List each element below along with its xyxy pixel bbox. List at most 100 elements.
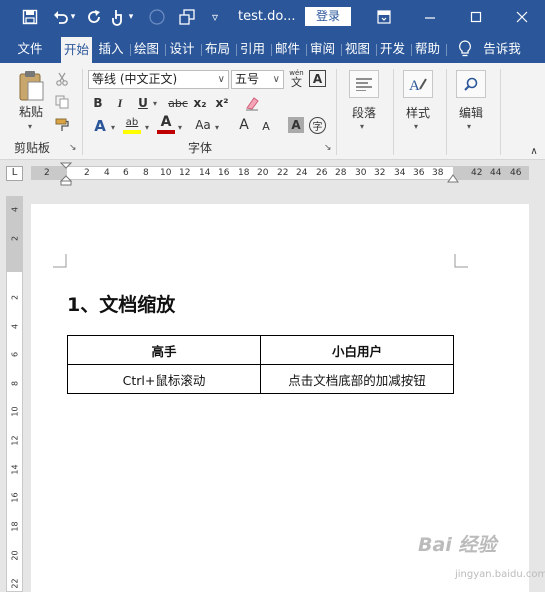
font-launcher-icon[interactable]: ↘ — [324, 143, 332, 153]
paragraph-dropdown-icon[interactable]: ▾ — [360, 122, 364, 131]
first-line-indent-marker[interactable] — [59, 162, 73, 189]
styles-icon[interactable]: A — [403, 70, 433, 98]
chevron-down-icon[interactable]: ∨ — [218, 71, 225, 88]
tell-me-search[interactable]: 告诉我 — [478, 35, 526, 63]
font-name-value: 等线 (中文正文) — [92, 72, 178, 86]
highlight-button[interactable]: ab — [123, 115, 141, 129]
touch-dropdown-icon[interactable]: ▾ — [126, 7, 136, 27]
phonetic-letter: 文 — [291, 76, 302, 89]
table-cell[interactable]: 点击文档底部的加减按钮 — [260, 364, 454, 394]
collapse-ribbon-icon[interactable]: ∧ — [528, 145, 540, 157]
italic-button[interactable]: I — [113, 95, 127, 111]
editing-dropdown-icon[interactable]: ▾ — [467, 122, 471, 131]
shrink-font-button[interactable]: A — [259, 119, 273, 134]
circle-icon[interactable] — [147, 7, 167, 27]
login-button[interactable]: 登录 — [305, 7, 351, 26]
redo-icon[interactable] — [84, 7, 104, 27]
bold-button[interactable]: B — [91, 95, 105, 111]
superscript-button[interactable]: x² — [213, 95, 231, 111]
vertical-ruler[interactable]: 4 2 2 4 6 8 10 12 14 16 18 20 22 — [6, 196, 23, 592]
ruler-number: 14 — [199, 168, 211, 178]
font-color-dropdown-icon[interactable]: ▾ — [178, 123, 182, 132]
font-size-combo[interactable]: 五号 ∨ — [231, 70, 284, 89]
copy-icon[interactable] — [54, 94, 70, 110]
tab-design[interactable]: 设计 — [166, 35, 198, 63]
styles-label[interactable]: 样式 — [400, 104, 436, 120]
editing-icon[interactable] — [456, 70, 486, 98]
tab-references[interactable]: 引用 — [237, 35, 268, 63]
tab-mailings[interactable]: 邮件 — [272, 35, 303, 63]
vertical-ruler-number: 22 — [10, 578, 20, 589]
vertical-ruler-number: 14 — [10, 464, 20, 475]
lightbulb-icon[interactable] — [455, 39, 475, 59]
tab-review[interactable]: 审阅 — [307, 35, 338, 63]
vertical-scrollbar[interactable] — [529, 160, 545, 592]
underline-dropdown-icon[interactable]: ▾ — [153, 99, 157, 108]
clipboard-launcher-icon[interactable]: ↘ — [69, 143, 77, 153]
document-title: test.do... — [238, 9, 296, 24]
minimize-icon[interactable] — [420, 7, 440, 27]
vertical-ruler-number: 18 — [10, 521, 20, 532]
clear-formatting-icon[interactable] — [243, 94, 261, 112]
paste-icon[interactable] — [14, 69, 48, 103]
change-case-button[interactable]: Aa — [192, 117, 214, 133]
ruler-number: 2 — [44, 168, 50, 178]
undo-dropdown-icon[interactable]: ▾ — [68, 7, 78, 27]
table-header-cell[interactable]: 高手 — [67, 335, 261, 365]
ribbon-display-icon[interactable] — [374, 7, 394, 27]
paragraph-icon[interactable] — [349, 70, 379, 98]
document-table[interactable]: 高手 小白用户 Ctrl+鼠标滚动 点击文档底部的加减按钮 — [67, 335, 454, 394]
subscript-button[interactable]: x₂ — [191, 95, 209, 111]
strikethrough-button[interactable]: abc — [167, 95, 189, 111]
document-heading[interactable]: 1、文档缩放 — [67, 290, 175, 317]
paste-dropdown-icon[interactable]: ▾ — [28, 122, 32, 131]
ruler-number: 18 — [238, 168, 250, 178]
customize-icon[interactable]: ▿ — [205, 7, 225, 27]
group-separator — [82, 69, 83, 155]
character-shading-button[interactable]: A — [288, 117, 304, 133]
table-header-cell[interactable]: 小白用户 — [260, 335, 454, 365]
tab-selector[interactable]: L — [6, 166, 23, 181]
tab-view[interactable]: 视图 — [342, 35, 373, 63]
tab-help[interactable]: 帮助 — [412, 35, 443, 63]
chevron-down-icon[interactable]: ∨ — [273, 71, 280, 88]
vertical-ruler-number: 8 — [10, 380, 20, 387]
touch-mode-icon[interactable] — [108, 7, 128, 27]
save-icon[interactable] — [20, 7, 40, 27]
styles-dropdown-icon[interactable]: ▾ — [414, 122, 418, 131]
highlight-dropdown-icon[interactable]: ▾ — [145, 123, 149, 132]
character-border-button[interactable]: A — [309, 70, 326, 87]
format-painter-icon[interactable] — [54, 117, 70, 133]
grow-font-button[interactable]: A — [236, 116, 252, 134]
vertical-ruler-number: 4 — [10, 206, 20, 213]
tab-insert[interactable]: 插入 — [96, 35, 126, 63]
maximize-icon[interactable] — [466, 7, 486, 27]
paragraph-label[interactable]: 段落 — [346, 104, 382, 120]
ruler-number: 2 — [84, 168, 90, 178]
font-color-button[interactable]: A — [157, 114, 175, 130]
tab-home[interactable]: 开始 — [61, 37, 92, 63]
text-effects-dropdown-icon[interactable]: ▾ — [111, 123, 115, 132]
underline-button[interactable]: U — [136, 95, 150, 111]
ruler-number: 44 — [490, 168, 502, 178]
tab-draw[interactable]: 绘图 — [131, 35, 162, 63]
margin-corner-mark — [53, 254, 67, 268]
tab-layout[interactable]: 布局 — [202, 35, 233, 63]
change-case-dropdown-icon[interactable]: ▾ — [215, 123, 219, 132]
enclose-characters-button[interactable]: 字 — [309, 117, 326, 134]
ruler-number: 34 — [394, 168, 406, 178]
cut-icon[interactable] — [54, 71, 70, 87]
window-icon[interactable] — [177, 7, 197, 27]
group-separator — [500, 69, 501, 155]
font-color-bar — [157, 130, 175, 134]
close-icon[interactable] — [512, 7, 532, 27]
tab-file[interactable]: 文件 — [12, 35, 48, 63]
right-indent-marker[interactable] — [447, 173, 459, 187]
phonetic-guide-button[interactable]: wén 文 — [288, 68, 305, 90]
paste-label[interactable]: 粘贴 — [14, 104, 48, 119]
font-name-combo[interactable]: 等线 (中文正文) ∨ — [88, 70, 229, 89]
text-effects-button[interactable]: A — [91, 117, 109, 135]
tab-developer[interactable]: 开发 — [377, 35, 408, 63]
editing-label[interactable]: 编辑 — [453, 104, 489, 120]
table-cell[interactable]: Ctrl+鼠标滚动 — [67, 364, 261, 394]
